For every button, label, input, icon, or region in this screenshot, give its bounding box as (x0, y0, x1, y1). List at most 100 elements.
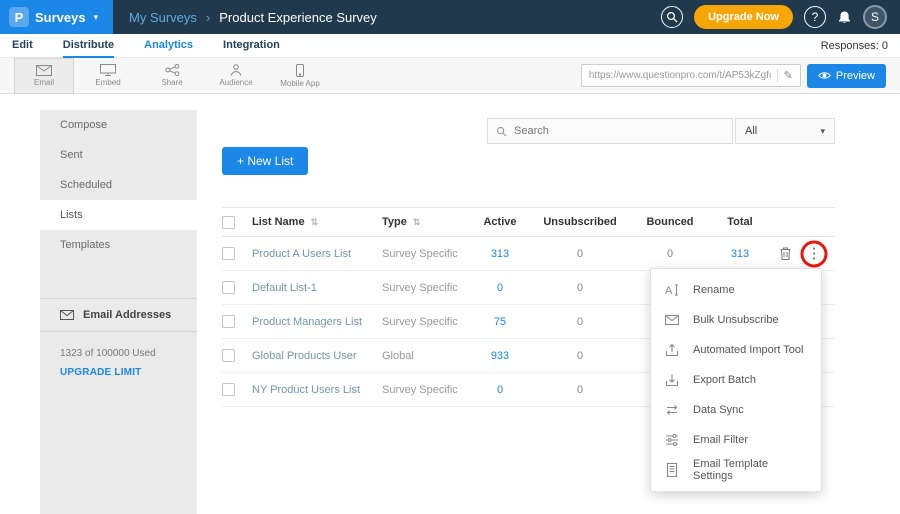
channel-email[interactable]: Email (14, 58, 74, 94)
edit-url-pencil-icon[interactable]: ✎ (777, 69, 793, 82)
tab-distribute[interactable]: Distribute (63, 34, 114, 58)
channel-label: Audience (219, 78, 252, 87)
channel-audience[interactable]: Audience (206, 58, 266, 94)
preview-label: Preview (836, 70, 875, 82)
header-list-name[interactable]: List Name⇅ (252, 216, 382, 228)
channel-share[interactable]: Share (142, 58, 202, 94)
channel-mobile-app[interactable]: Mobile App (270, 58, 330, 94)
list-name-link[interactable]: Product A Users List (252, 248, 382, 260)
menu-item-export-batch[interactable]: Export Batch (651, 365, 821, 395)
list-name-link[interactable]: Global Products User (252, 350, 382, 362)
menu-item-label: Email Filter (693, 434, 748, 446)
kebab-menu-icon: ⋮ (807, 246, 822, 261)
filter-value: All (745, 125, 757, 137)
list-name-link[interactable]: NY Product Users List (252, 384, 382, 396)
menu-item-automated-import-tool[interactable]: Automated Import Tool (651, 335, 821, 365)
menu-item-bulk-unsubscribe[interactable]: Bulk Unsubscribe (651, 305, 821, 335)
surveys-menu-label: Surveys (35, 10, 86, 25)
channel-label: Embed (95, 78, 120, 87)
questionpro-logo: P (9, 7, 29, 27)
sidebar-item-scheduled[interactable]: Scheduled (40, 170, 197, 200)
bounced-count: 0 (630, 248, 710, 260)
search-button[interactable] (661, 6, 683, 28)
sidebar-item-compose[interactable]: Compose (40, 110, 197, 140)
email-icon (36, 65, 52, 76)
row-checkbox[interactable] (222, 281, 235, 294)
row-checkbox[interactable] (222, 349, 235, 362)
delete-list-button[interactable] (780, 247, 791, 260)
breadcrumb-my-surveys[interactable]: My Surveys (129, 10, 197, 25)
embed-icon (100, 64, 116, 76)
sort-icon[interactable]: ⇅ (413, 217, 421, 227)
table-row: Product A Users List Survey Specific 313… (222, 237, 835, 271)
row-checkbox[interactable] (222, 383, 235, 396)
chevron-down-icon: ▾ (94, 12, 99, 23)
upgrade-limit-link[interactable]: UPGRADE LIMIT (40, 359, 197, 378)
audience-icon (229, 64, 243, 76)
surveys-product-menu[interactable]: P Surveys ▾ (0, 0, 113, 34)
list-actions-context-menu: A Rename Bulk Unsubscribe Automated Impo… (650, 268, 822, 492)
header-unsubscribed: Unsubscribed (530, 216, 630, 228)
menu-item-rename[interactable]: A Rename (651, 275, 821, 305)
automated-import-icon (665, 343, 681, 357)
toolbar-right: ✎ Preview (581, 64, 886, 88)
new-list-button[interactable]: + New List (222, 147, 308, 175)
list-type: Survey Specific (382, 248, 470, 260)
list-name-link[interactable]: Product Managers List (252, 316, 382, 328)
distribute-toolbar: Email Embed Share Audience Mobile App ✎ … (0, 58, 900, 94)
unsubscribed-count: 0 (530, 282, 630, 294)
table-header-row: List Name⇅ Type⇅ Active Unsubscribed Bou… (222, 207, 835, 237)
topbar: P Surveys ▾ My Surveys › Product Experie… (0, 0, 900, 34)
sidebar-item-lists[interactable]: Lists (40, 200, 197, 230)
help-button[interactable]: ? (804, 6, 826, 28)
header-bounced: Bounced (630, 216, 710, 228)
menu-item-data-sync[interactable]: Data Sync (651, 395, 821, 425)
row-checkbox[interactable] (222, 247, 235, 260)
email-sidebar: Compose Sent Scheduled Lists Templates E… (40, 110, 197, 514)
share-icon (165, 64, 180, 76)
active-count[interactable]: 933 (470, 350, 530, 362)
preview-button[interactable]: Preview (807, 64, 886, 88)
active-count[interactable]: 0 (470, 384, 530, 396)
channel-label: Email (34, 78, 54, 87)
breadcrumb-separator: › (206, 10, 210, 25)
search-input[interactable] (514, 125, 724, 137)
active-count[interactable]: 0 (470, 282, 530, 294)
tab-integration[interactable]: Integration (223, 34, 280, 58)
channel-label: Mobile App (280, 79, 320, 88)
channel-embed[interactable]: Embed (78, 58, 138, 94)
header-type[interactable]: Type⇅ (382, 216, 470, 228)
survey-url-input[interactable] (589, 70, 771, 81)
menu-item-email-filter[interactable]: Email Filter (651, 425, 821, 455)
sort-icon[interactable]: ⇅ (311, 217, 319, 228)
questionpro-distribute-screen: P Surveys ▾ My Surveys › Product Experie… (0, 0, 900, 514)
tab-analytics[interactable]: Analytics (144, 34, 193, 58)
list-type: Survey Specific (382, 384, 470, 396)
row-actions-menu-button[interactable]: ⋮ (805, 242, 823, 266)
svg-text:A: A (665, 285, 673, 297)
sidebar-item-sent[interactable]: Sent (40, 140, 197, 170)
active-count[interactable]: 75 (470, 316, 530, 328)
select-all-checkbox[interactable] (222, 216, 235, 229)
search-row: All ▾ (487, 118, 835, 144)
menu-item-email-template-settings[interactable]: Email Template Settings (651, 455, 821, 485)
responses-count: Responses: 0 (821, 40, 888, 52)
list-name-link[interactable]: Default List-1 (252, 282, 382, 294)
row-checkbox[interactable] (222, 315, 235, 328)
page-title: Product Experience Survey (219, 10, 377, 25)
trash-icon (780, 247, 791, 260)
list-filter-dropdown[interactable]: All ▾ (735, 118, 835, 144)
channel-label: Share (161, 78, 182, 87)
active-count[interactable]: 313 (470, 248, 530, 260)
search-icon (496, 126, 507, 137)
topbar-actions: Upgrade Now ? S (661, 5, 900, 29)
tab-edit[interactable]: Edit (12, 34, 33, 58)
header-active: Active (470, 216, 530, 228)
avatar[interactable]: S (863, 5, 887, 29)
notifications-button[interactable] (837, 10, 852, 25)
email-usage-text: 1323 of 100000 Used (40, 332, 197, 359)
sidebar-item-templates[interactable]: Templates (40, 230, 197, 260)
list-type: Survey Specific (382, 282, 470, 294)
header-total: Total (710, 216, 770, 228)
upgrade-now-button[interactable]: Upgrade Now (694, 5, 793, 29)
